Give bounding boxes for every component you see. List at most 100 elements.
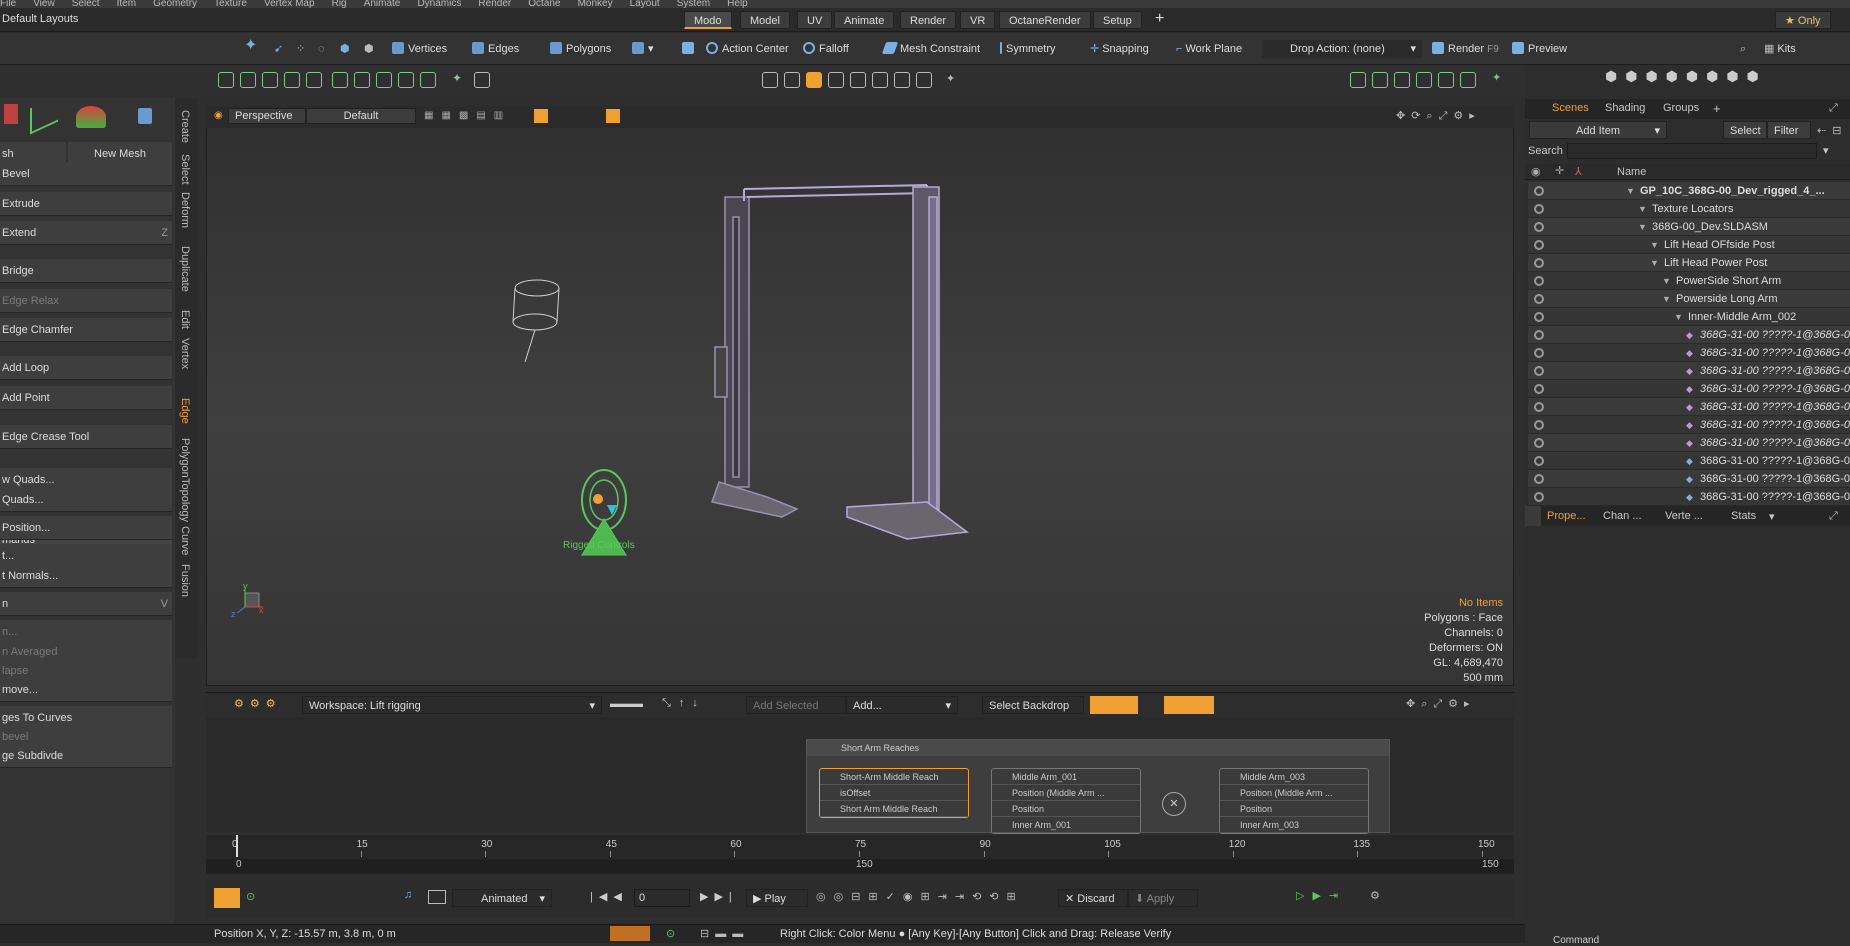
scene-tree-row[interactable]: ▼ Lift Head Power Post [1528, 254, 1850, 272]
tool-button[interactable]: t Normals... [0, 564, 172, 588]
visibility-eye-icon[interactable] [1534, 204, 1544, 214]
frame-icon[interactable] [894, 72, 910, 88]
cube-icon[interactable]: ⬢ [340, 40, 350, 58]
tool-button[interactable]: move... [0, 678, 172, 702]
tab-render[interactable]: Render [900, 11, 957, 29]
replicator-icon[interactable] [1438, 72, 1454, 88]
visibility-eye-icon[interactable] [1534, 312, 1544, 322]
view-type-select[interactable]: Perspective [228, 108, 306, 124]
mesh-item-icon[interactable]: ◆ [1686, 380, 1693, 397]
scene-more-icons[interactable]: ⇠⊟ [1817, 124, 1847, 137]
vtab-select[interactable]: Select [179, 154, 191, 185]
menu-animate[interactable]: Animate [364, 0, 401, 8]
tab-vertex-maps[interactable]: Verte ... [1665, 510, 1703, 522]
primitive-icon[interactable] [4, 104, 18, 124]
add-selected-button[interactable]: Add Selected [746, 696, 846, 714]
cube-view-icon[interactable] [762, 72, 778, 88]
layout-selector[interactable]: Default Layouts [2, 13, 78, 25]
vtab-create[interactable]: Create [179, 110, 191, 143]
grid-layout-icon[interactable]: ▬▬▬ [610, 698, 643, 710]
tab-scenes[interactable]: Scenes [1552, 102, 1589, 114]
polygons-button[interactable]: Polygons [550, 40, 611, 58]
snap-icon[interactable] [420, 72, 436, 88]
expand-icon[interactable]: ⤢ [1829, 510, 1838, 523]
visibility-eye-icon[interactable] [1534, 420, 1544, 430]
scene-tree-row[interactable]: ◆ 368G-31-00 ?????-1@368G-00 ... [1528, 452, 1850, 470]
falloff-button[interactable]: Falloff [803, 40, 849, 58]
menu-file[interactable]: File [0, 0, 16, 8]
key-mode-icon[interactable] [214, 888, 240, 908]
viewport-toggle-icons[interactable]: ▦▦▩▤▥ [424, 110, 511, 121]
flag-icon[interactable] [428, 890, 446, 904]
audio-icon[interactable]: ♫ [404, 889, 412, 901]
node-middle-arm-003[interactable]: Middle Arm_003 Position (Middle Arm ... … [1219, 768, 1369, 834]
tool-button[interactable]: Edge Chamfer [0, 318, 172, 342]
settings-gear-icon[interactable]: ⚙ [1370, 889, 1380, 902]
visibility-eye-icon[interactable] [1534, 240, 1544, 250]
scene-tree-row[interactable]: ▼ PowerSide Short Arm [1528, 272, 1850, 290]
step-back-icons[interactable]: |◀◀ [590, 890, 628, 903]
3d-viewport[interactable]: Rigged Controls y x z No Items Polygons … [206, 106, 1514, 686]
align-icon[interactable] [398, 72, 414, 88]
tool-button[interactable]: Position... [0, 516, 172, 540]
mesh-icon[interactable] [1372, 72, 1388, 88]
visibility-eye-icon[interactable] [1534, 492, 1544, 502]
status-misc-icons[interactable]: ⊟▬▬ [700, 927, 749, 940]
animation-mode-select[interactable]: Animated ▾ [452, 889, 552, 907]
menu-item[interactable]: Item [117, 0, 136, 8]
menu-render[interactable]: Render [478, 0, 511, 8]
play-preview-icons[interactable]: ▷▶⇥ [1296, 889, 1346, 902]
only-button[interactable]: ★ Only [1775, 11, 1831, 29]
menu-system[interactable]: System [677, 0, 710, 8]
add-icon[interactable]: ✦ [452, 71, 462, 85]
scene-tree-row[interactable]: ▼ GP_10C_368G-00_Dev_rigged_4_... [1528, 182, 1850, 200]
move-icon[interactable] [240, 72, 256, 88]
expand-arrow-icon[interactable]: ▼ [1638, 200, 1647, 217]
add-node-select[interactable]: Add... ▾ [846, 696, 958, 714]
scale-view-icon[interactable] [828, 72, 844, 88]
visibility-eye-icon[interactable] [1534, 348, 1544, 358]
snapping-button[interactable]: ✛ Snapping [1090, 40, 1149, 58]
mesh-item-icon[interactable]: ◆ [1686, 470, 1693, 487]
tool-button[interactable]: Add Loop [0, 356, 172, 380]
node-short-arm[interactable]: Short-Arm Middle Reach isOffset Short Ar… [819, 768, 969, 818]
tool-button[interactable]: Quads... [0, 488, 172, 512]
particles-icon[interactable] [1394, 72, 1410, 88]
scene-tool-icons[interactable]: ⬢⬢⬢⬢⬢⬢⬢⬢ [1525, 68, 1850, 98]
tab-animate[interactable]: Animate [834, 11, 895, 29]
tab-shading[interactable]: Shading [1605, 102, 1645, 114]
visibility-eye-icon[interactable] [1534, 276, 1544, 286]
status-link-icon[interactable]: ⊙ [666, 927, 675, 940]
mesh-item-icon[interactable]: ◆ [1686, 362, 1693, 379]
menu-geometry[interactable]: Geometry [153, 0, 197, 8]
timeline[interactable]: 0 15 30 45 60 75 90 105 120 135 150 0 150 150 [206, 835, 1514, 875]
tool-button[interactable]: Extrude [0, 192, 172, 216]
chevron-down-icon[interactable]: ▾ [1823, 144, 1829, 157]
menu-view[interactable]: View [33, 0, 55, 8]
chevron-down-icon[interactable]: ▾ [1769, 510, 1775, 523]
menu-rig[interactable]: Rig [332, 0, 347, 8]
scene-tree-row[interactable]: ▼ Lift Head OFfside Post [1528, 236, 1850, 254]
node-nav-icons[interactable]: ✥⌕⤢⚙▸ [1406, 697, 1476, 711]
panel-grip-icon[interactable] [1525, 506, 1541, 526]
frame-input[interactable] [634, 889, 690, 907]
viewport-menu-icon[interactable]: ◉ [214, 110, 223, 121]
filter-button[interactable]: Filter [1767, 121, 1811, 139]
expand-arrow-icon[interactable]: ▼ [1626, 182, 1635, 199]
zoom-icon[interactable] [474, 72, 490, 88]
scene-tree-row[interactable]: ◆ 368G-31-00 ?????-1@368G-00 ... [1528, 470, 1850, 488]
step-forward-icons[interactable]: ▶▶| [700, 890, 738, 903]
snapping-mode-icon[interactable] [682, 40, 698, 58]
discard-button[interactable]: ✕ Discard [1058, 889, 1128, 907]
multiply-node-icon[interactable]: ✕ [1162, 792, 1186, 816]
focus-icon[interactable] [916, 72, 932, 88]
menu-monkey[interactable]: Monkey [578, 0, 613, 8]
node-tool-icons[interactable]: ⚙⚙⚙ [234, 697, 282, 710]
tool-button[interactable]: ge Subdivde [0, 744, 172, 768]
scene-tree-row[interactable]: ◆ 368G-31-00 ?????-1@368G-00 ... [1528, 416, 1850, 434]
visibility-eye-icon[interactable] [1534, 330, 1544, 340]
action-center-button[interactable]: Action Center [706, 40, 789, 58]
tool-button[interactable]: Bridge [0, 259, 172, 283]
camera-icon[interactable] [872, 72, 888, 88]
expand-arrow-icon[interactable]: ▼ [1674, 308, 1683, 325]
